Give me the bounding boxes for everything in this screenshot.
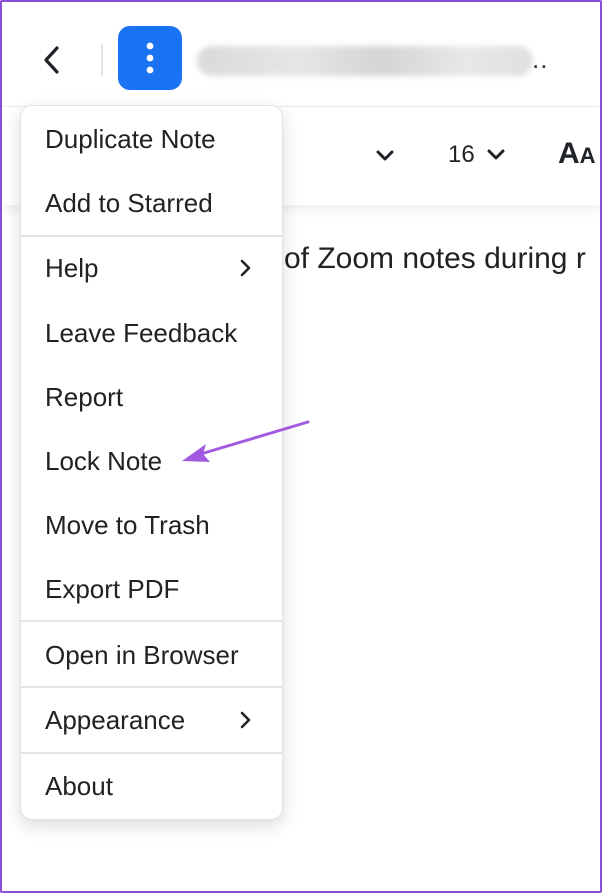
header-divider [101,44,103,76]
note-title-ellipsis: .. [532,44,549,74]
menu-separator [21,752,282,754]
font-size-dropdown[interactable]: 16 [448,141,507,169]
menu-item-label: About [45,770,113,801]
back-button[interactable] [34,40,70,80]
menu-item-appearance[interactable]: Appearance [21,690,282,750]
menu-separator [21,686,282,688]
menu-item-help[interactable]: Help [21,238,282,298]
menu-item-label: Appearance [45,704,186,735]
menu-item-label: Duplicate Note [45,123,216,154]
menu-item-label: Open in Browser [45,639,239,670]
menu-separator [21,620,282,622]
chevron-right-icon [240,259,251,277]
more-options-button[interactable] [118,26,182,90]
menu-item-move-to-trash[interactable]: Move to Trash [21,495,282,555]
vertical-dots-icon [146,42,154,74]
more-options-menu: Duplicate Note Add to Starred Help Leave… [20,105,283,820]
note-header: .. [2,2,600,107]
font-size-value: 16 [448,141,475,168]
menu-item-export-pdf[interactable]: Export PDF [21,559,282,619]
font-family-dropdown-chevron-icon[interactable] [374,147,396,165]
chevron-down-icon [487,149,505,160]
menu-item-label: Lock Note [45,445,163,476]
menu-item-report[interactable]: Report [21,367,282,427]
menu-item-label: Leave Feedback [45,317,238,348]
menu-item-leave-feedback[interactable]: Leave Feedback [21,303,282,363]
chevron-left-icon [44,46,59,74]
menu-item-duplicate-note[interactable]: Duplicate Note [21,109,282,169]
menu-item-label: Move to Trash [45,509,210,540]
menu-item-label: Add to Starred [45,187,213,218]
text-style-button[interactable]: AA [558,137,596,171]
menu-item-lock-note[interactable]: Lock Note [21,431,282,491]
menu-item-label: Report [45,381,124,412]
text-style-small-letter: A [579,143,596,168]
menu-item-label: Help [45,252,99,283]
menu-item-add-to-starred[interactable]: Add to Starred [21,173,282,233]
menu-separator [21,235,282,237]
menu-item-about[interactable]: About [21,756,282,816]
chevron-right-icon [240,711,251,729]
note-title-blurred [197,46,533,76]
menu-item-label: Export PDF [45,573,180,604]
menu-item-open-in-browser[interactable]: Open in Browser [21,625,282,685]
note-body-text[interactable]: of Zoom notes during r [284,242,586,276]
text-style-big-letter: A [558,137,580,170]
